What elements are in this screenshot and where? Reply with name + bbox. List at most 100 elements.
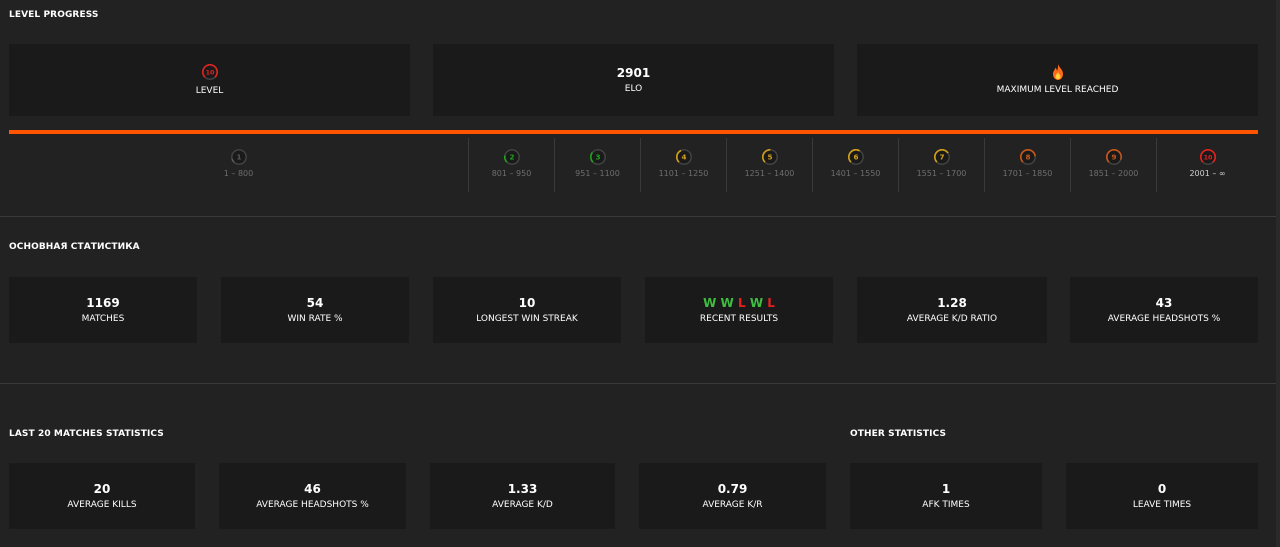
level-8-range: 8 1701 – 1850	[984, 138, 1070, 192]
win-rate-value: 54	[306, 295, 324, 310]
result-loss: L	[767, 295, 775, 310]
elo-label: ELO	[624, 83, 643, 94]
level-1-badge-icon: 1	[230, 148, 247, 166]
svg-text:3: 3	[595, 153, 600, 162]
last20-headshots-label: AVERAGE HEADSHOTS %	[256, 499, 369, 510]
kd-ratio-label: AVERAGE K/D RATIO	[906, 313, 998, 324]
leave-times-label: LEAVE TIMES	[1132, 499, 1192, 510]
longest-win-streak-card: 10 LONGEST WIN STREAK	[433, 277, 621, 343]
level-6-badge-icon: 6	[847, 148, 864, 166]
last20-kd-card: 1.33 AVERAGE K/D	[430, 463, 615, 529]
matches-label: MATCHES	[81, 313, 125, 324]
main-stats-title: ОСНОВНАЯ СТАТИСТИКА	[9, 242, 140, 252]
level-ranges: 1 1 – 800 2 801 – 950 3 951 – 1100 4 1101 – 125…	[9, 138, 1258, 192]
recent-results-label: RECENT RESULTS	[699, 313, 779, 324]
last20-headshots-card: 46 AVERAGE HEADSHOTS %	[219, 463, 406, 529]
level-3-range: 3 951 – 1100	[554, 138, 640, 192]
level-5-badge-icon: 5	[761, 148, 778, 166]
svg-text:1: 1	[236, 153, 241, 162]
level-9-range: 9 1851 – 2000	[1070, 138, 1156, 192]
result-loss: L	[737, 295, 746, 310]
svg-text:8: 8	[1025, 153, 1030, 162]
level-4-range: 4 1101 – 1250	[640, 138, 726, 192]
leave-times-value: 0	[1157, 481, 1167, 496]
level-5-range-label: 1251 – 1400	[744, 169, 795, 178]
last20-kr-card: 0.79 AVERAGE K/R	[639, 463, 826, 529]
last20-kr-label: AVERAGE K/R	[702, 499, 763, 510]
divider	[0, 216, 1276, 217]
svg-text:10: 10	[205, 70, 214, 77]
level-9-badge-icon: 9	[1105, 148, 1122, 166]
level-3-badge-icon: 3	[589, 148, 606, 166]
recent-results-value: W W L W L	[703, 296, 775, 311]
average-kills-label: AVERAGE KILLS	[67, 499, 137, 510]
svg-text:2: 2	[509, 153, 514, 162]
level-4-range-label: 1101 – 1250	[658, 169, 709, 178]
longest-win-streak-value: 10	[518, 295, 536, 310]
svg-text:10: 10	[1203, 155, 1212, 162]
level-10-range-label: 2001 – ∞	[1189, 169, 1226, 178]
matches-card: 1169 MATCHES	[9, 277, 197, 343]
level-10-badge-icon: 10	[201, 63, 218, 81]
result-win: W	[703, 295, 717, 310]
elo-card: 2901 ELO	[433, 44, 834, 116]
scrollbar[interactable]	[1276, 0, 1280, 547]
level-label: LEVEL	[195, 86, 224, 96]
level-4-badge-icon: 4	[675, 148, 692, 166]
level-2-badge-icon: 2	[503, 148, 520, 166]
result-win: W	[720, 295, 734, 310]
level-5-range: 5 1251 – 1400	[726, 138, 812, 192]
level-7-range: 7 1551 – 1700	[898, 138, 984, 192]
level-9-range-label: 1851 – 2000	[1088, 169, 1139, 178]
level-progress-bar	[9, 130, 1258, 134]
afk-times-value: 1	[941, 481, 951, 496]
svg-text:7: 7	[939, 153, 944, 162]
last20-headshots-value: 46	[304, 481, 321, 496]
divider	[0, 383, 1276, 384]
win-rate-card: 54 WIN RATE %	[221, 277, 409, 343]
level-8-range-label: 1701 – 1850	[1002, 169, 1053, 178]
last20-title: LAST 20 MATCHES STATISTICS	[9, 429, 164, 439]
level-progress-title: LEVEL PROGRESS	[9, 10, 99, 20]
last20-kd-value: 1.33	[507, 481, 538, 496]
svg-text:4: 4	[681, 153, 686, 162]
level-6-range: 6 1401 – 1550	[812, 138, 898, 192]
level-7-badge-icon: 7	[933, 148, 950, 166]
win-rate-label: WIN RATE %	[287, 313, 343, 324]
longest-win-streak-label: LONGEST WIN STREAK	[476, 313, 578, 324]
svg-text:5: 5	[767, 153, 772, 162]
average-kills-card: 20 AVERAGE KILLS	[9, 463, 195, 529]
last20-kd-label: AVERAGE K/D	[492, 499, 553, 510]
level-card: 10 LEVEL	[9, 44, 410, 116]
leave-times-card: 0 LEAVE TIMES	[1066, 463, 1258, 529]
level-7-range-label: 1551 – 1700	[916, 169, 967, 178]
headshots-card: 43 AVERAGE HEADSHOTS %	[1070, 277, 1258, 343]
svg-text:9: 9	[1111, 153, 1116, 162]
last20-kr-value: 0.79	[717, 481, 748, 496]
level-1-range-label: 1 – 800	[223, 169, 254, 178]
afk-times-card: 1 AFK TIMES	[850, 463, 1042, 529]
fire-icon	[1052, 64, 1063, 80]
level-10-badge-icon: 10	[1199, 148, 1216, 166]
level-3-range-label: 951 – 1100	[575, 169, 620, 178]
max-level-card: MAXIMUM LEVEL REACHED	[857, 44, 1258, 116]
level-2-range: 2 801 – 950	[468, 138, 554, 192]
svg-text:6: 6	[853, 153, 858, 162]
level-2-range-label: 801 – 950	[491, 169, 532, 178]
level-1-range: 1 1 – 800	[9, 138, 468, 192]
matches-value: 1169	[86, 295, 120, 310]
level-6-range-label: 1401 – 1550	[830, 169, 881, 178]
headshots-value: 43	[1155, 295, 1173, 310]
afk-times-label: AFK TIMES	[922, 499, 970, 510]
kd-ratio-card: 1.28 AVERAGE K/D RATIO	[857, 277, 1047, 343]
result-win: W	[749, 295, 764, 310]
average-kills-value: 20	[93, 481, 111, 496]
level-8-badge-icon: 8	[1019, 148, 1036, 166]
max-level-label: MAXIMUM LEVEL REACHED	[996, 85, 1119, 95]
other-stats-title: OTHER STATISTICS	[850, 429, 947, 439]
recent-results-card: W W L W L RECENT RESULTS	[645, 277, 833, 343]
elo-value: 2901	[616, 65, 651, 80]
kd-ratio-value: 1.28	[937, 295, 967, 310]
headshots-label: AVERAGE HEADSHOTS %	[1107, 313, 1221, 324]
level-10-range: 10 2001 – ∞	[1156, 138, 1258, 192]
